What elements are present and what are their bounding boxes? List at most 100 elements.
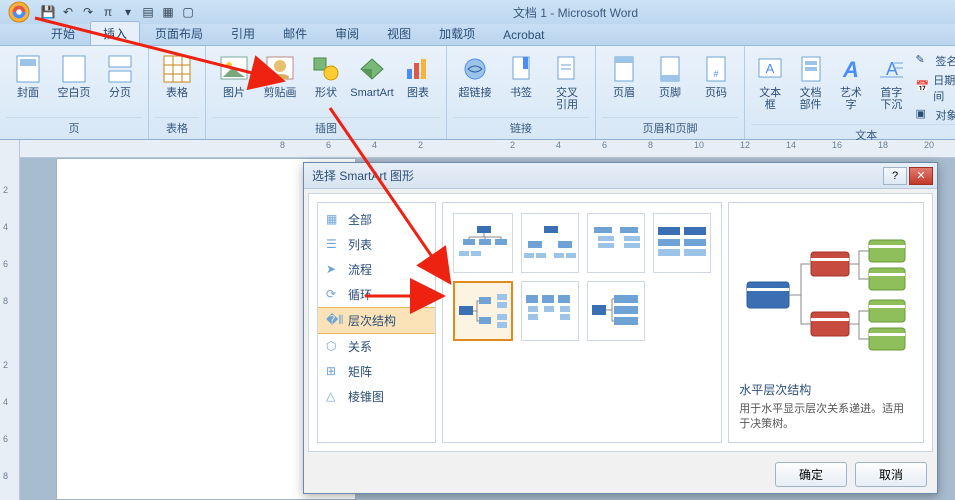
smartart-dialog: 选择 SmartArt 图形 ? ✕ ▦ 全部 ☰列表 ➤ 流程 ⟳循环 �⫴ 层次结构 ⬡关系… (303, 162, 938, 494)
group-headerfooter: 页眉 页脚 #页码 页眉和页脚 (596, 46, 745, 139)
smartart-button[interactable]: SmartArt (350, 50, 394, 102)
quick-access-toolbar: 💾 ↶ ↷ π ▾ ▤ ▦ ▢ (40, 4, 196, 20)
picture-button[interactable]: 图片 (212, 50, 256, 102)
ribbon-tabs: 开始 插入 页面布局 引用 邮件 审阅 视图 加载项 Acrobat (0, 24, 955, 46)
qat-item-icon[interactable]: ▤ (140, 4, 156, 20)
close-button[interactable]: ✕ (909, 167, 933, 185)
textbox-button[interactable]: A文本框 (751, 50, 789, 114)
group-label: 链接 (453, 117, 589, 139)
layout-thumb-3[interactable] (653, 213, 711, 273)
ribbon: 封面 空白页 分页 页 表格 表格 图片 剪贴画 形状 SmartArt 图表 … (0, 46, 955, 140)
category-all[interactable]: ▦ 全部 (318, 207, 435, 232)
layout-thumb-1[interactable] (521, 213, 579, 273)
tab-pagelayout[interactable]: 页面布局 (142, 21, 216, 45)
header-button[interactable]: 页眉 (602, 50, 646, 102)
group-pages: 封面 空白页 分页 页 (0, 46, 149, 139)
tab-home[interactable]: 开始 (38, 21, 88, 45)
cancel-button[interactable]: 取消 (855, 462, 927, 487)
category-cycle[interactable]: ⟳循环 (318, 282, 435, 307)
preview-pane: 水平层次结构 用于水平显示层次关系递进。适用于决策树。 (728, 202, 924, 443)
svg-text:A: A (886, 59, 898, 79)
quickparts-button[interactable]: 文档部件 (791, 50, 829, 114)
crossref-button[interactable]: 交叉 引用 (545, 50, 589, 114)
tab-references[interactable]: 引用 (218, 21, 268, 45)
object-icon: ▣ (916, 107, 932, 123)
dialog-title: 选择 SmartArt 图形 (312, 167, 881, 184)
table-button[interactable]: 表格 (155, 50, 199, 102)
signature-line-button[interactable]: ✎签名行 ▾ (913, 52, 955, 70)
qat-item2-icon[interactable]: ▦ (160, 4, 176, 20)
office-button[interactable] (2, 0, 36, 24)
category-list[interactable]: ☰列表 (318, 232, 435, 257)
group-label: 插图 (212, 117, 440, 139)
datetime-button[interactable]: 📅日期和时间 (913, 71, 955, 105)
qat-dropdown-icon[interactable]: ▾ (120, 4, 136, 20)
vertical-ruler: 24682468 (0, 140, 20, 500)
category-label: 全部 (348, 211, 372, 228)
ok-button[interactable]: 确定 (775, 462, 847, 487)
shapes-button[interactable]: 形状 (304, 50, 348, 102)
footer-button[interactable]: 页脚 (648, 50, 692, 102)
tab-addins[interactable]: 加载项 (426, 21, 488, 45)
preview-name: 水平层次结构 (739, 381, 913, 398)
pi-icon[interactable]: π (100, 4, 116, 20)
help-button[interactable]: ? (883, 167, 907, 185)
window-title: 文档 1 - Microsoft Word (196, 4, 955, 21)
dialog-titlebar: 选择 SmartArt 图形 ? ✕ (304, 163, 937, 189)
layout-thumb-5[interactable] (521, 281, 579, 341)
undo-icon[interactable]: ↶ (60, 4, 76, 20)
pagenum-button[interactable]: #页码 (694, 50, 738, 102)
layout-thumb-6[interactable] (587, 281, 645, 341)
horizontal-ruler: 8642246810121416182022242628303234363840… (20, 140, 955, 158)
category-icon: ▦ (326, 212, 342, 228)
tab-review[interactable]: 审阅 (322, 21, 372, 45)
calendar-icon: 📅 (916, 80, 930, 96)
group-illustrations: 图片 剪贴画 形状 SmartArt 图表 插图 (206, 46, 447, 139)
hyperlink-button[interactable]: 超链接 (453, 50, 497, 102)
tab-view[interactable]: 视图 (374, 21, 424, 45)
group-tables: 表格 表格 (149, 46, 206, 139)
tab-insert[interactable]: 插入 (90, 21, 140, 45)
layout-thumb-4[interactable] (453, 281, 513, 341)
tab-mailings[interactable]: 邮件 (270, 21, 320, 45)
page-break-button[interactable]: 分页 (98, 50, 142, 102)
wordart-button[interactable]: A艺术字 (832, 50, 870, 114)
qat-item3-icon[interactable]: ▢ (180, 4, 196, 20)
svg-text:#: # (713, 69, 718, 79)
category-icon: ⬡ (326, 339, 342, 355)
signature-icon: ✎ (916, 53, 932, 69)
svg-text:A: A (766, 61, 775, 76)
save-icon[interactable]: 💾 (40, 4, 56, 20)
category-list: ▦ 全部 ☰列表 ➤ 流程 ⟳循环 �⫴ 层次结构 ⬡关系⊞矩阵 △ 棱锥图 (317, 202, 436, 443)
category-icon: △ (326, 389, 342, 405)
category-hierarchy[interactable]: �⫴ 层次结构 (318, 307, 435, 334)
svg-text:A: A (842, 57, 859, 82)
category-icon: ➤ (326, 262, 342, 278)
category-relationship[interactable]: ⬡关系 (318, 334, 435, 359)
horizontal-hierarchy-icon (741, 234, 911, 354)
bookmark-button[interactable]: 书签 (499, 50, 543, 102)
redo-icon[interactable]: ↷ (80, 4, 96, 20)
category-pyramid[interactable]: △ 棱锥图 (318, 384, 435, 409)
cover-page-button[interactable]: 封面 (6, 50, 50, 102)
layout-thumb-2[interactable] (587, 213, 645, 273)
tab-acrobat[interactable]: Acrobat (490, 24, 557, 45)
clipart-button[interactable]: 剪贴画 (258, 50, 302, 102)
object-button[interactable]: ▣对象 ▾ (913, 106, 955, 124)
blank-page-button[interactable]: 空白页 (52, 50, 96, 102)
layout-thumb-0[interactable] (453, 213, 513, 273)
category-process[interactable]: ➤ 流程 (318, 257, 435, 282)
category-label: 层次结构 (348, 312, 396, 329)
dropcap-button[interactable]: A首字下沉 (872, 50, 910, 114)
category-icon: �⫴ (326, 313, 342, 329)
category-label: 列表 (348, 236, 372, 253)
category-label: 流程 (348, 261, 372, 278)
layout-gallery (442, 202, 722, 443)
group-text: A文本框 文档部件 A艺术字 A首字下沉 ✎签名行 ▾ 📅日期和时间 ▣对象 ▾… (745, 46, 955, 139)
group-links: 超链接 书签 交叉 引用 链接 (447, 46, 596, 139)
preview-image (739, 213, 913, 375)
category-label: 棱锥图 (348, 388, 384, 405)
chart-button[interactable]: 图表 (396, 50, 440, 102)
group-label: 页 (6, 117, 142, 139)
category-matrix[interactable]: ⊞矩阵 (318, 359, 435, 384)
